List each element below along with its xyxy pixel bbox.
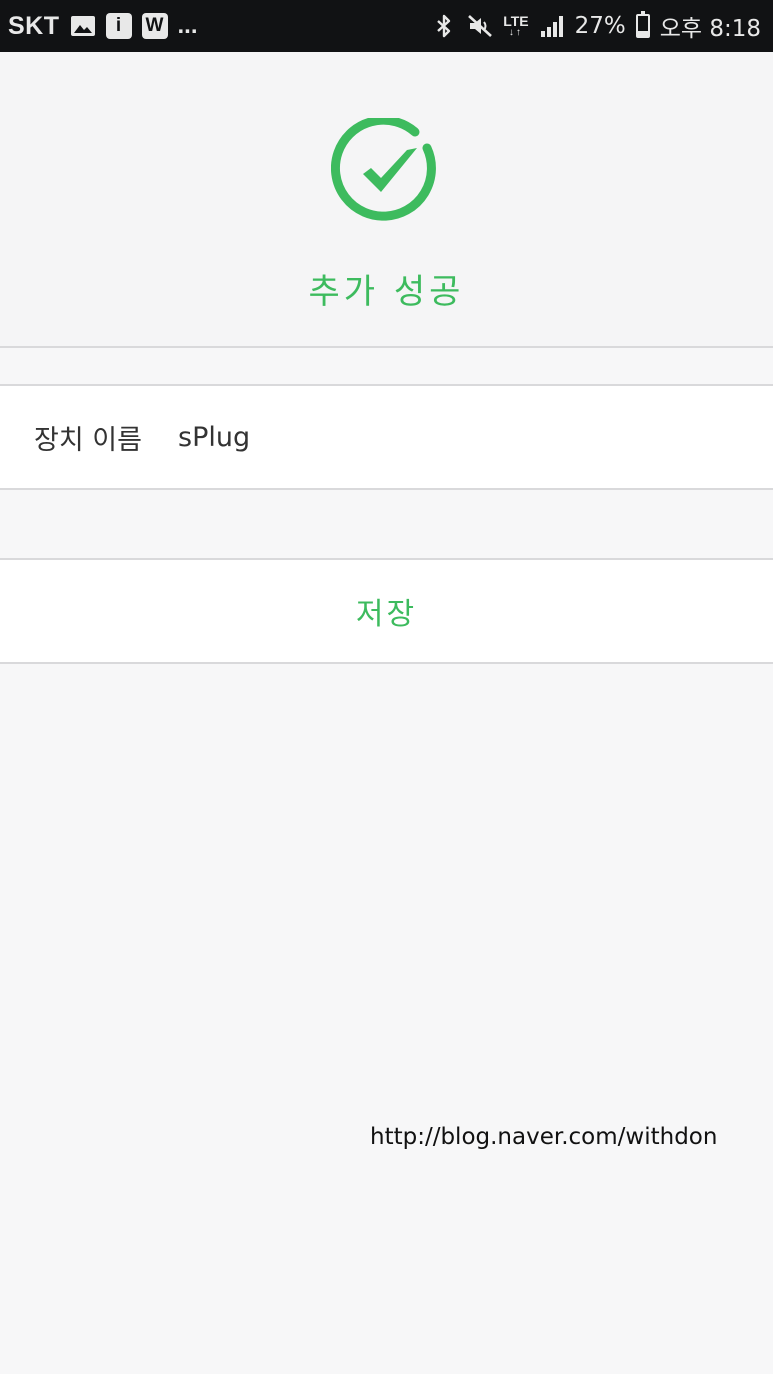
mute-icon <box>467 13 493 39</box>
save-button[interactable]: 저장 <box>0 558 773 664</box>
status-left: SKT i W ... <box>8 12 198 41</box>
status-bar: SKT i W ... LTE ↓↑ 27% 오후 8:18 <box>0 0 773 52</box>
lte-icon: LTE ↓↑ <box>503 13 529 38</box>
clock: 오후 8:18 <box>659 16 761 42</box>
w-app-icon: W <box>141 13 168 39</box>
battery-icon <box>635 11 650 38</box>
bluetooth-icon <box>431 13 457 39</box>
status-right: LTE ↓↑ 27% 오후 8:18 <box>431 9 761 43</box>
info-icon: i <box>105 13 132 39</box>
screen: SKT i W ... LTE ↓↑ 27% 오후 8:18 추가 성공 장치 … <box>0 0 773 1374</box>
watermark-url: http://blog.naver.com/withdon <box>370 1124 718 1150</box>
more-notifications-icon: ... <box>177 12 198 39</box>
success-title: 추가 성공 <box>308 272 465 312</box>
battery-fill <box>637 30 648 36</box>
check-circle-icon <box>331 118 436 221</box>
battery-percent: 27% <box>574 13 626 39</box>
device-name-input[interactable] <box>178 421 718 453</box>
save-label: 저장 <box>355 597 418 632</box>
carrier-label: SKT <box>8 11 60 40</box>
signal-icon <box>539 13 565 39</box>
gallery-icon <box>70 13 96 39</box>
device-name-row: 장치 이름 <box>0 384 773 490</box>
success-header: 추가 성공 <box>0 52 773 348</box>
device-name-label: 장치 이름 <box>34 424 142 456</box>
